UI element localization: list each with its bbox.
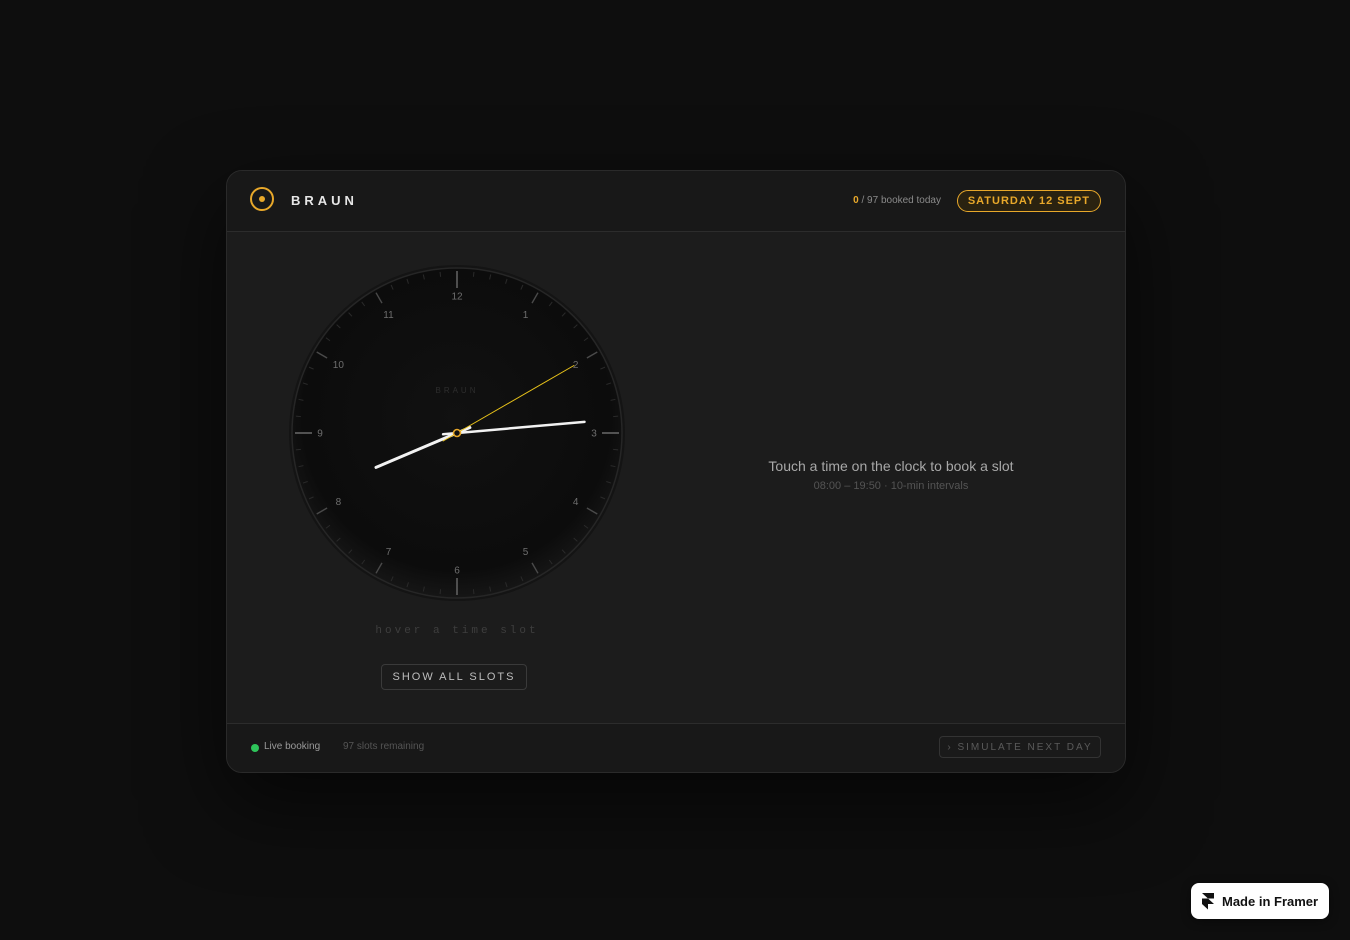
slots-remaining: 97 slots remaining <box>343 741 425 752</box>
simulate-next-day-button[interactable]: › SIMULATE NEXT DAY <box>939 736 1101 758</box>
clock-center-cap <box>452 428 462 438</box>
prompt-subtitle: 08:00 – 19:50 · 10-min intervals <box>813 480 969 492</box>
show-all-slots-button[interactable]: SHOW ALL SLOTS <box>381 664 527 690</box>
clock-numeral[interactable]: 3 <box>591 429 597 440</box>
clock-face[interactable]: 121234567891011 BRAUN <box>287 263 627 603</box>
clock-face-brand: BRAUN <box>435 386 478 395</box>
clock-numeral[interactable]: 4 <box>573 497 579 508</box>
made-in-framer-badge[interactable]: Made in Framer <box>1191 883 1329 919</box>
booking-prompt: Touch a time on the clock to book a slot… <box>707 458 1075 492</box>
clock-numeral[interactable]: 11 <box>383 310 394 321</box>
footer-bar: Live booking 97 slots remaining › SIMULA… <box>227 723 1125 772</box>
brand-name: BRAUN <box>291 193 358 208</box>
clock-numeral[interactable]: 1 <box>523 310 529 321</box>
minute-tick <box>295 448 301 451</box>
booked-today-counter: 0 / 97 booked today <box>853 195 941 206</box>
minute-tick <box>295 415 301 418</box>
minute-tick <box>439 271 442 277</box>
clock-numeral[interactable]: 9 <box>317 429 323 440</box>
date-badge: SATURDAY 12 SEPT <box>956 190 1101 212</box>
clock-numeral[interactable]: 6 <box>454 566 460 577</box>
prompt-title: Touch a time on the clock to book a slot <box>768 458 1014 474</box>
clock-numeral[interactable]: 12 <box>451 292 463 303</box>
minute-tick <box>613 415 619 418</box>
logo-dot <box>259 196 265 202</box>
live-booking-label: Live booking <box>264 741 321 752</box>
clock-numeral[interactable]: 7 <box>386 547 392 558</box>
minute-tick <box>613 448 619 451</box>
booking-clock[interactable]: 12 1 2 3 4 5 6 7 8 9 10 11 BRAUN <box>287 263 627 603</box>
booking-app-window: BRAUN 0 / 97 booked today SATURDAY 12 SE… <box>226 170 1126 773</box>
framer-badge-label: Made in Framer <box>1222 894 1319 909</box>
live-status-icon <box>251 744 259 752</box>
booked-total: / 97 booked today <box>858 195 941 206</box>
minute-tick <box>472 589 475 595</box>
minute-tick <box>439 589 442 595</box>
minute-tick <box>472 271 475 277</box>
clock-numeral[interactable]: 5 <box>523 547 529 558</box>
clock-numeral[interactable]: 8 <box>336 497 342 508</box>
header-bar: BRAUN 0 / 97 booked today SATURDAY 12 SE… <box>227 171 1125 232</box>
hover-hint: hover a time slot <box>375 625 539 637</box>
braun-logo-icon <box>250 187 274 211</box>
framer-logo-icon <box>1202 893 1214 910</box>
clock-numeral[interactable]: 10 <box>333 360 345 371</box>
